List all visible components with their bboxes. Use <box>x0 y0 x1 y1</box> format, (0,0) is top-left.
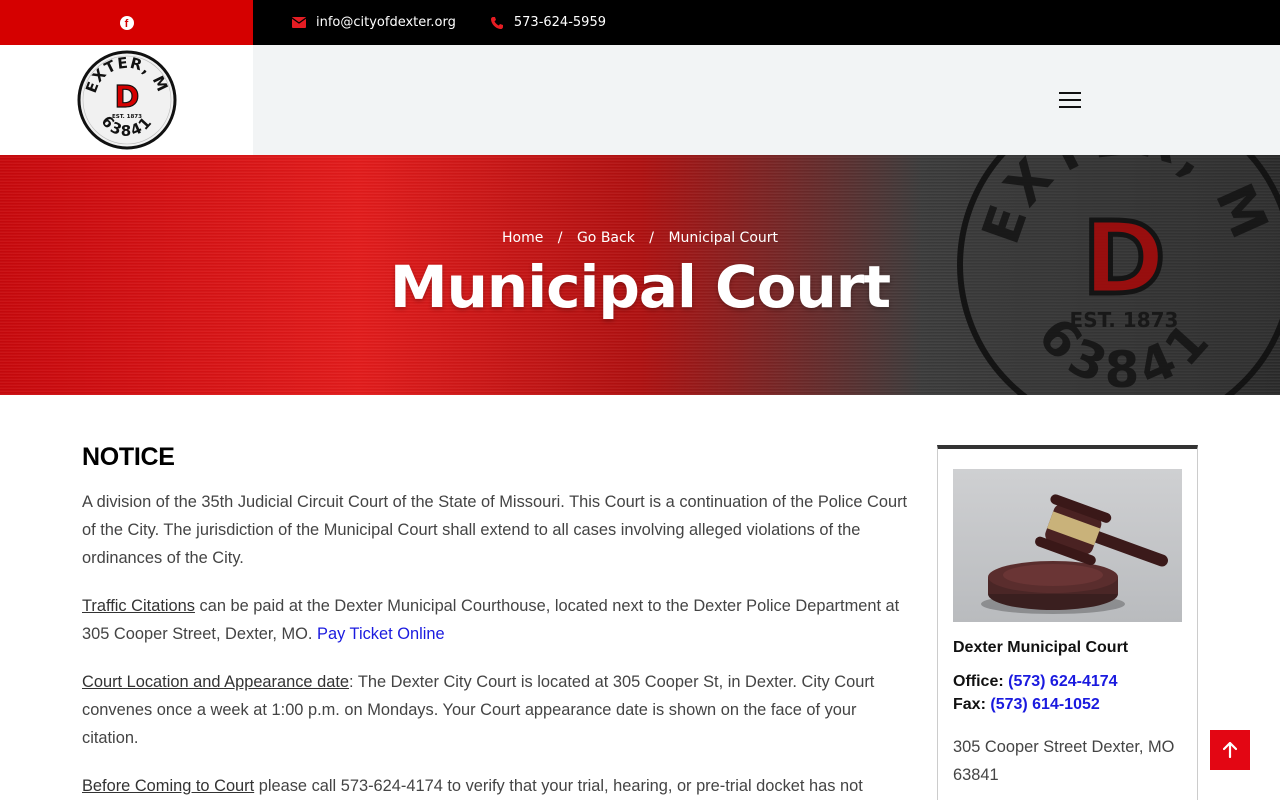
svg-text:D: D <box>115 80 140 115</box>
back-to-top-button[interactable] <box>1210 730 1250 770</box>
site-logo[interactable]: DEXTER, MO 63841 D EST. 1873 <box>77 50 177 150</box>
phone-icon <box>490 16 503 29</box>
traffic-citations-paragraph: Traffic Citations can be paid at the Dex… <box>82 592 910 648</box>
facebook-icon[interactable]: f <box>119 15 134 30</box>
logo-area: DEXTER, MO 63841 D EST. 1873 <box>0 45 253 155</box>
before-court-label: Before Coming to Court <box>82 777 255 795</box>
court-location-paragraph: Court Location and Appearance date: The … <box>82 668 910 752</box>
office-phone-line: Office: (573) 624-4174 <box>953 673 1118 691</box>
menu-toggle-button[interactable] <box>1059 92 1081 108</box>
court-location-label: Court Location and Appearance date <box>82 673 350 691</box>
social-links: f <box>0 0 253 45</box>
gavel-illustration <box>981 494 1168 614</box>
court-address: 305 Cooper Street Dexter, MO 63841 <box>953 738 1175 784</box>
breadcrumb-separator: / <box>557 230 563 246</box>
contact-info: info@cityofdexter.org 573-624-5959 <box>292 0 640 45</box>
breadcrumb-current: Municipal Court <box>668 230 779 246</box>
fax-label: Fax: <box>953 696 986 713</box>
breadcrumb: Home / Go Back / Municipal Court <box>0 230 1280 246</box>
arrow-up-icon <box>1223 742 1237 758</box>
before-court-paragraph: Before Coming to Court please call 573-6… <box>82 772 910 800</box>
traffic-citations-text: can be paid at the Dexter Municipal Cour… <box>82 597 900 643</box>
envelope-icon <box>292 17 306 28</box>
court-info-card: Dexter Municipal Court Office: (573) 624… <box>937 445 1198 800</box>
site-header: DEXTER, MO 63841 D EST. 1873 <box>0 45 1280 155</box>
phone-link[interactable]: 573-624-5959 <box>490 15 606 30</box>
intro-paragraph: A division of the 35th Judicial Circuit … <box>82 493 908 567</box>
office-label: Office: <box>953 673 1004 690</box>
traffic-citations-label: Traffic Citations <box>82 597 195 615</box>
gavel-image <box>953 469 1182 622</box>
top-bar: f info@cityofdexter.org 573-624-5959 <box>0 0 1280 45</box>
phone-text[interactable]: 573-624-5959 <box>514 15 606 30</box>
hamburger-line <box>1059 106 1081 108</box>
notice-heading: NOTICE <box>82 443 175 471</box>
page-banner: DEXTER, MO 63841 D EST. 1873 Home / Go B… <box>0 155 1280 395</box>
before-court-text: please call 573-624-4174 to verify that … <box>254 777 863 795</box>
breadcrumb-go-back[interactable]: Go Back <box>577 230 635 246</box>
email-text[interactable]: info@cityofdexter.org <box>316 15 456 30</box>
card-title: Dexter Municipal Court <box>953 639 1129 656</box>
page-title: Municipal Court <box>389 253 891 321</box>
breadcrumb-home[interactable]: Home <box>502 230 543 246</box>
pay-ticket-online-link[interactable]: Pay Ticket Online <box>317 625 445 643</box>
main-content: NOTICE A division of the 35th Judicial C… <box>82 443 910 800</box>
hamburger-icon <box>1059 92 1081 94</box>
fax-phone-link[interactable]: (573) 614-1052 <box>990 696 1099 713</box>
fax-line: Fax: (573) 614-1052 <box>953 696 1100 714</box>
svg-text:EST. 1873: EST. 1873 <box>112 114 142 120</box>
office-phone-link[interactable]: (573) 624-4174 <box>1008 673 1117 690</box>
breadcrumb-separator: / <box>649 230 654 246</box>
email-link[interactable]: info@cityofdexter.org <box>292 15 456 30</box>
hamburger-line <box>1059 99 1081 101</box>
